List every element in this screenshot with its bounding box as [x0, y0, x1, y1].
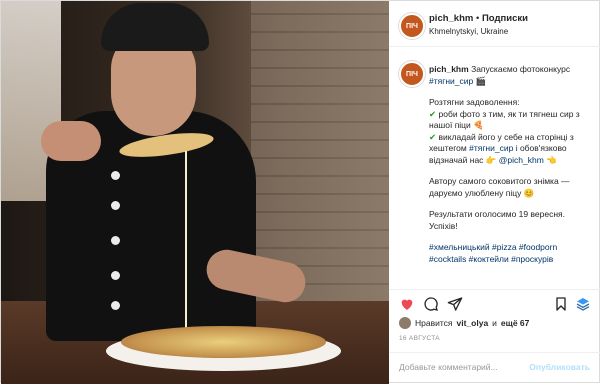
photo-pizza: [121, 326, 326, 358]
smile-emoji: 😊: [523, 187, 535, 198]
caption-text: роби фото з тим, як ти тягнеш сир з нашо…: [429, 108, 580, 131]
comment-input[interactable]: [399, 362, 519, 372]
post-header-user: pich_khm • Подписки: [429, 13, 528, 24]
photo-chef-cap: [101, 3, 209, 51]
follow-status-button[interactable]: Подписки: [482, 13, 528, 24]
action-bar: [389, 289, 600, 318]
bookmark-icon[interactable]: [553, 296, 569, 312]
post-caption: pich_khm Запускаємо фотоконкурс #тягни_с…: [429, 64, 594, 275]
share-icon[interactable]: [447, 296, 463, 312]
caption-avatar[interactable]: ПІЧ: [399, 61, 425, 87]
photo-brick-wall: [251, 1, 389, 301]
photo-jacket-button: [111, 301, 120, 310]
pizza-emoji: 🍕: [473, 120, 484, 130]
post-date[interactable]: 16 АВГУСТА: [399, 335, 440, 342]
post-photo[interactable]: [1, 1, 389, 384]
caption-text: Запускаємо фотоконкурс: [471, 64, 571, 74]
layers-icon[interactable]: [575, 296, 591, 312]
comment-icon[interactable]: [423, 296, 439, 312]
username-link[interactable]: pich_khm: [429, 13, 473, 24]
likes-summary: Нравится vit_olya и ещё 67: [399, 317, 529, 329]
avatar-logo-text: ПІЧ: [406, 70, 418, 78]
photo-cheese-strand: [185, 151, 187, 331]
photo-jacket-button: [111, 201, 120, 210]
liker-avatar[interactable]: [399, 317, 411, 329]
clapper-emoji: 🎬: [475, 75, 487, 86]
mention-link[interactable]: @pich_khm: [499, 155, 544, 165]
liker-username-link[interactable]: vit_olya: [457, 318, 489, 328]
likes-prefix: Нравится: [415, 318, 453, 328]
post-dialog: ПІЧ pich_khm • Подписки Khmelnytskyi, Uk…: [0, 0, 600, 384]
post-header: ПІЧ pich_khm • Подписки Khmelnytskyi, Uk…: [389, 1, 600, 47]
comment-bar: Опубликовать: [389, 352, 600, 385]
hashtags-footer[interactable]: #хмельницький #pizza #foodporn #cocktail…: [429, 242, 557, 264]
caption-text: Результати оголосимо 19 вересня. Успіхів…: [429, 209, 565, 231]
publish-button[interactable]: Опубликовать: [529, 362, 590, 372]
pointing-right-emoji: 👉: [485, 154, 497, 165]
photo-jacket-button: [111, 171, 120, 180]
check-icon: ✔: [429, 108, 437, 119]
photo-jacket-button: [111, 271, 120, 280]
avatar-logo-text: ПІЧ: [406, 22, 418, 30]
likes-count-link[interactable]: ещё 67: [501, 318, 529, 328]
heart-icon[interactable]: [399, 296, 415, 312]
avatar[interactable]: ПІЧ: [399, 13, 425, 39]
check-icon: ✔: [429, 131, 437, 142]
photo-chef-hand: [41, 121, 101, 161]
pointing-left-emoji: 👈: [546, 154, 557, 165]
caption-username-link[interactable]: pich_khm: [429, 64, 469, 74]
caption-text: Розтягни задоволення:: [429, 97, 520, 107]
separator-dot: •: [473, 13, 482, 24]
hashtag-link[interactable]: #тягни_сир: [429, 76, 473, 86]
caption-text: Автору самого соковитого знімка — даруєм…: [429, 176, 570, 198]
post-side-panel: ПІЧ pich_khm • Подписки Khmelnytskyi, Uk…: [389, 1, 600, 384]
location-link[interactable]: Khmelnytskyi, Ukraine: [429, 27, 508, 36]
likes-and: и: [492, 318, 497, 328]
photo-jacket-button: [111, 236, 120, 245]
hashtag-link[interactable]: #тягни_сир: [469, 143, 513, 153]
